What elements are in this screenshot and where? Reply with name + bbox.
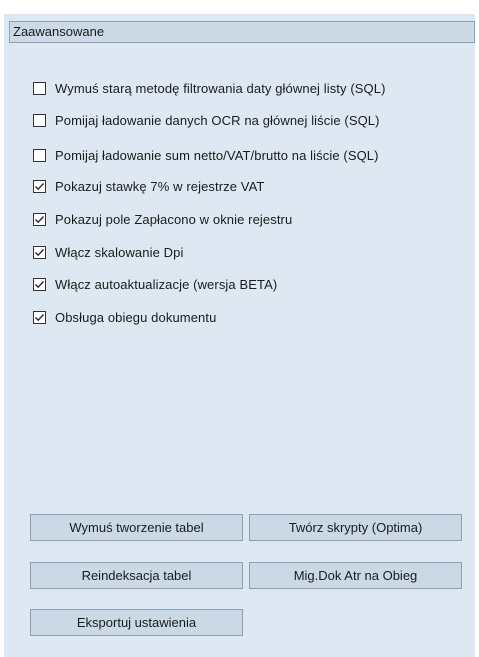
checkmark-icon [35, 280, 44, 288]
option-label: Włącz skalowanie Dpi [55, 244, 184, 260]
option-enable-dpi-scaling[interactable]: Włącz skalowanie Dpi [33, 242, 183, 262]
option-label: Wymuś starą metodę filtrowania daty głów… [55, 80, 386, 96]
option-label: Pomijaj ładowanie danych OCR na głównej … [55, 112, 380, 128]
checkbox[interactable] [33, 179, 46, 193]
section-header: Zaawansowane [9, 21, 475, 43]
option-label: Pokazuj stawkę 7% w rejestrze VAT [55, 178, 265, 194]
checkbox[interactable] [33, 245, 46, 259]
advanced-settings-panel: Zaawansowane Wymuś starą metodę filtrowa… [4, 14, 475, 657]
option-document-workflow[interactable]: Obsługa obiegu dokumentu [33, 307, 216, 327]
option-skip-ocr-loading[interactable]: Pomijaj ładowanie danych OCR na głównej … [33, 110, 380, 130]
checkbox[interactable] [33, 212, 46, 226]
create-scripts-button[interactable]: Twórz skrypty (Optima) [249, 514, 462, 541]
checkbox[interactable] [33, 81, 46, 95]
export-settings-button[interactable]: Eksportuj ustawienia [30, 609, 243, 636]
checkbox[interactable] [33, 148, 46, 162]
checkbox[interactable] [33, 277, 46, 291]
force-create-tables-button[interactable]: Wymuś tworzenie tabel [30, 514, 243, 541]
option-show-paid-field[interactable]: Pokazuj pole Zapłacono w oknie rejestru [33, 209, 292, 229]
option-show-7-percent-rate[interactable]: Pokazuj stawkę 7% w rejestrze VAT [33, 176, 264, 196]
migrate-attributes-button[interactable]: Mig.Dok Atr na Obieg [249, 562, 462, 589]
reindex-tables-button[interactable]: Reindeksacja tabel [30, 562, 243, 589]
option-label: Włącz autoaktualizacje (wersja BETA) [55, 276, 278, 292]
checkmark-icon [35, 313, 44, 321]
checkbox[interactable] [33, 310, 46, 324]
option-label: Pokazuj pole Zapłacono w oknie rejestru [55, 211, 293, 227]
option-force-old-date-filter[interactable]: Wymuś starą metodę filtrowania daty głów… [33, 78, 386, 98]
option-label: Pomijaj ładowanie sum netto/VAT/brutto n… [55, 147, 379, 163]
option-label: Obsługa obiegu dokumentu [55, 309, 217, 325]
checkbox[interactable] [33, 113, 46, 127]
checkmark-icon [35, 182, 44, 190]
option-enable-auto-update[interactable]: Włącz autoaktualizacje (wersja BETA) [33, 274, 277, 294]
checkmark-icon [35, 248, 44, 256]
option-skip-sums-loading[interactable]: Pomijaj ładowanie sum netto/VAT/brutto n… [33, 145, 379, 165]
checkmark-icon [35, 215, 44, 223]
